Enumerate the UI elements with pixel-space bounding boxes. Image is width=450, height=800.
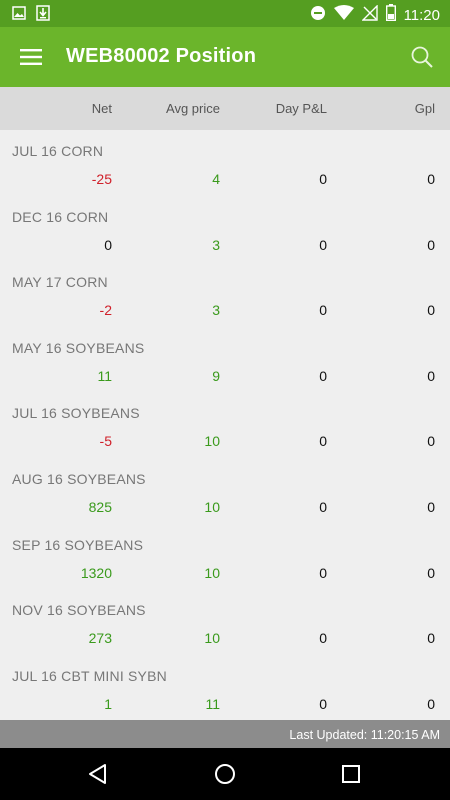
contract-name: NOV 16 SOYBEANS bbox=[12, 602, 146, 619]
recents-icon[interactable] bbox=[339, 762, 363, 786]
gpl-value: 0 bbox=[427, 630, 435, 647]
gpl-value: 0 bbox=[427, 498, 435, 515]
contract-name: DEC 16 CORN bbox=[12, 208, 109, 225]
gpl-value: 0 bbox=[427, 564, 435, 581]
avg-price-value: 3 bbox=[212, 236, 220, 253]
day-pl-value: 0 bbox=[319, 236, 327, 253]
contract-name: SEP 16 SOYBEANS bbox=[12, 536, 144, 553]
download-icon bbox=[36, 5, 50, 26]
status-time: 11:20 bbox=[403, 6, 440, 24]
avg-price-value: 3 bbox=[212, 302, 220, 319]
list-item[interactable]: AUG 16 SOYBEANS 825 10 0 0 bbox=[0, 458, 450, 524]
avg-price-value: 10 bbox=[204, 630, 220, 647]
list-item[interactable]: SEP 16 SOYBEANS 1320 10 0 0 bbox=[0, 524, 450, 590]
last-updated-bar: Last Updated: 11:20:15 AM bbox=[0, 720, 450, 748]
avg-price-value: 10 bbox=[204, 498, 220, 515]
day-pl-value: 0 bbox=[319, 433, 327, 450]
net-value: 0 bbox=[104, 236, 112, 253]
page-title: WEB80002 Position bbox=[66, 45, 257, 67]
net-value: 1320 bbox=[80, 564, 112, 581]
last-updated-text: Last Updated: 11:20:15 AM bbox=[289, 728, 440, 742]
gpl-value: 0 bbox=[427, 171, 435, 187]
day-pl-value: 0 bbox=[319, 498, 327, 515]
battery-icon bbox=[385, 4, 396, 26]
image-icon bbox=[12, 6, 26, 25]
column-header-gpl[interactable]: Gpl bbox=[415, 101, 435, 116]
search-icon[interactable] bbox=[410, 45, 434, 69]
signal-off-icon bbox=[360, 3, 378, 26]
day-pl-value: 0 bbox=[319, 367, 327, 384]
day-pl-value: 0 bbox=[319, 171, 327, 187]
day-pl-value: 0 bbox=[319, 695, 327, 712]
net-value: -5 bbox=[99, 433, 112, 450]
list-item[interactable]: NOV 16 SOYBEANS 273 10 0 0 bbox=[0, 589, 450, 655]
avg-price-value: 9 bbox=[212, 367, 220, 384]
column-header-day-pl[interactable]: Day P&L bbox=[276, 101, 327, 116]
list-item[interactable]: JUL 16 CORN -25 4 0 0 bbox=[0, 130, 450, 196]
column-header-avg-price[interactable]: Avg price bbox=[166, 101, 220, 116]
avg-price-value: 4 bbox=[212, 171, 220, 187]
contract-name: MAY 17 CORN bbox=[12, 274, 108, 291]
contract-name: JUL 16 CORN bbox=[12, 143, 104, 159]
back-icon[interactable] bbox=[86, 762, 110, 786]
avg-price-value: 11 bbox=[205, 695, 220, 712]
contract-name: JUL 16 SOYBEANS bbox=[12, 405, 140, 422]
list-item[interactable]: MAY 16 SOYBEANS 11 9 0 0 bbox=[0, 327, 450, 393]
net-value: -25 bbox=[91, 171, 112, 187]
gpl-value: 0 bbox=[427, 302, 435, 319]
status-bar: 11:20 bbox=[0, 0, 450, 27]
list-item[interactable]: JUL 16 SOYBEANS -5 10 0 0 bbox=[0, 392, 450, 458]
list-item[interactable]: JUL 16 CBT MINI SYBN 1 11 0 0 bbox=[0, 655, 450, 720]
app-bar: WEB80002 Position bbox=[0, 27, 450, 87]
list-item[interactable]: MAY 17 CORN -2 3 0 0 bbox=[0, 261, 450, 327]
column-header-net[interactable]: Net bbox=[92, 101, 112, 116]
gpl-value: 0 bbox=[427, 433, 435, 450]
avg-price-value: 10 bbox=[204, 564, 220, 581]
column-header-row: Net Avg price Day P&L Gpl bbox=[0, 87, 450, 130]
net-value: 273 bbox=[88, 630, 112, 647]
net-value: 825 bbox=[88, 498, 112, 515]
gpl-value: 0 bbox=[427, 236, 435, 253]
net-value: 11 bbox=[97, 367, 112, 384]
net-value: -2 bbox=[99, 302, 112, 319]
position-list[interactable]: JUL 16 CORN -25 4 0 0 DEC 16 CORN 0 3 0 … bbox=[0, 130, 450, 720]
dnd-icon bbox=[310, 5, 326, 26]
gpl-value: 0 bbox=[427, 695, 435, 712]
navigation-bar bbox=[0, 748, 450, 800]
list-item[interactable]: DEC 16 CORN 0 3 0 0 bbox=[0, 196, 450, 262]
day-pl-value: 0 bbox=[319, 564, 327, 581]
wifi-icon bbox=[333, 4, 354, 26]
net-value: 1 bbox=[104, 695, 112, 712]
contract-name: MAY 16 SOYBEANS bbox=[12, 339, 145, 356]
home-icon[interactable] bbox=[213, 762, 237, 786]
avg-price-value: 10 bbox=[204, 433, 220, 450]
contract-name: JUL 16 CBT MINI SYBN bbox=[12, 667, 167, 684]
menu-icon[interactable] bbox=[20, 48, 42, 66]
gpl-value: 0 bbox=[427, 367, 435, 384]
day-pl-value: 0 bbox=[319, 630, 327, 647]
day-pl-value: 0 bbox=[319, 302, 327, 319]
contract-name: AUG 16 SOYBEANS bbox=[12, 470, 146, 487]
